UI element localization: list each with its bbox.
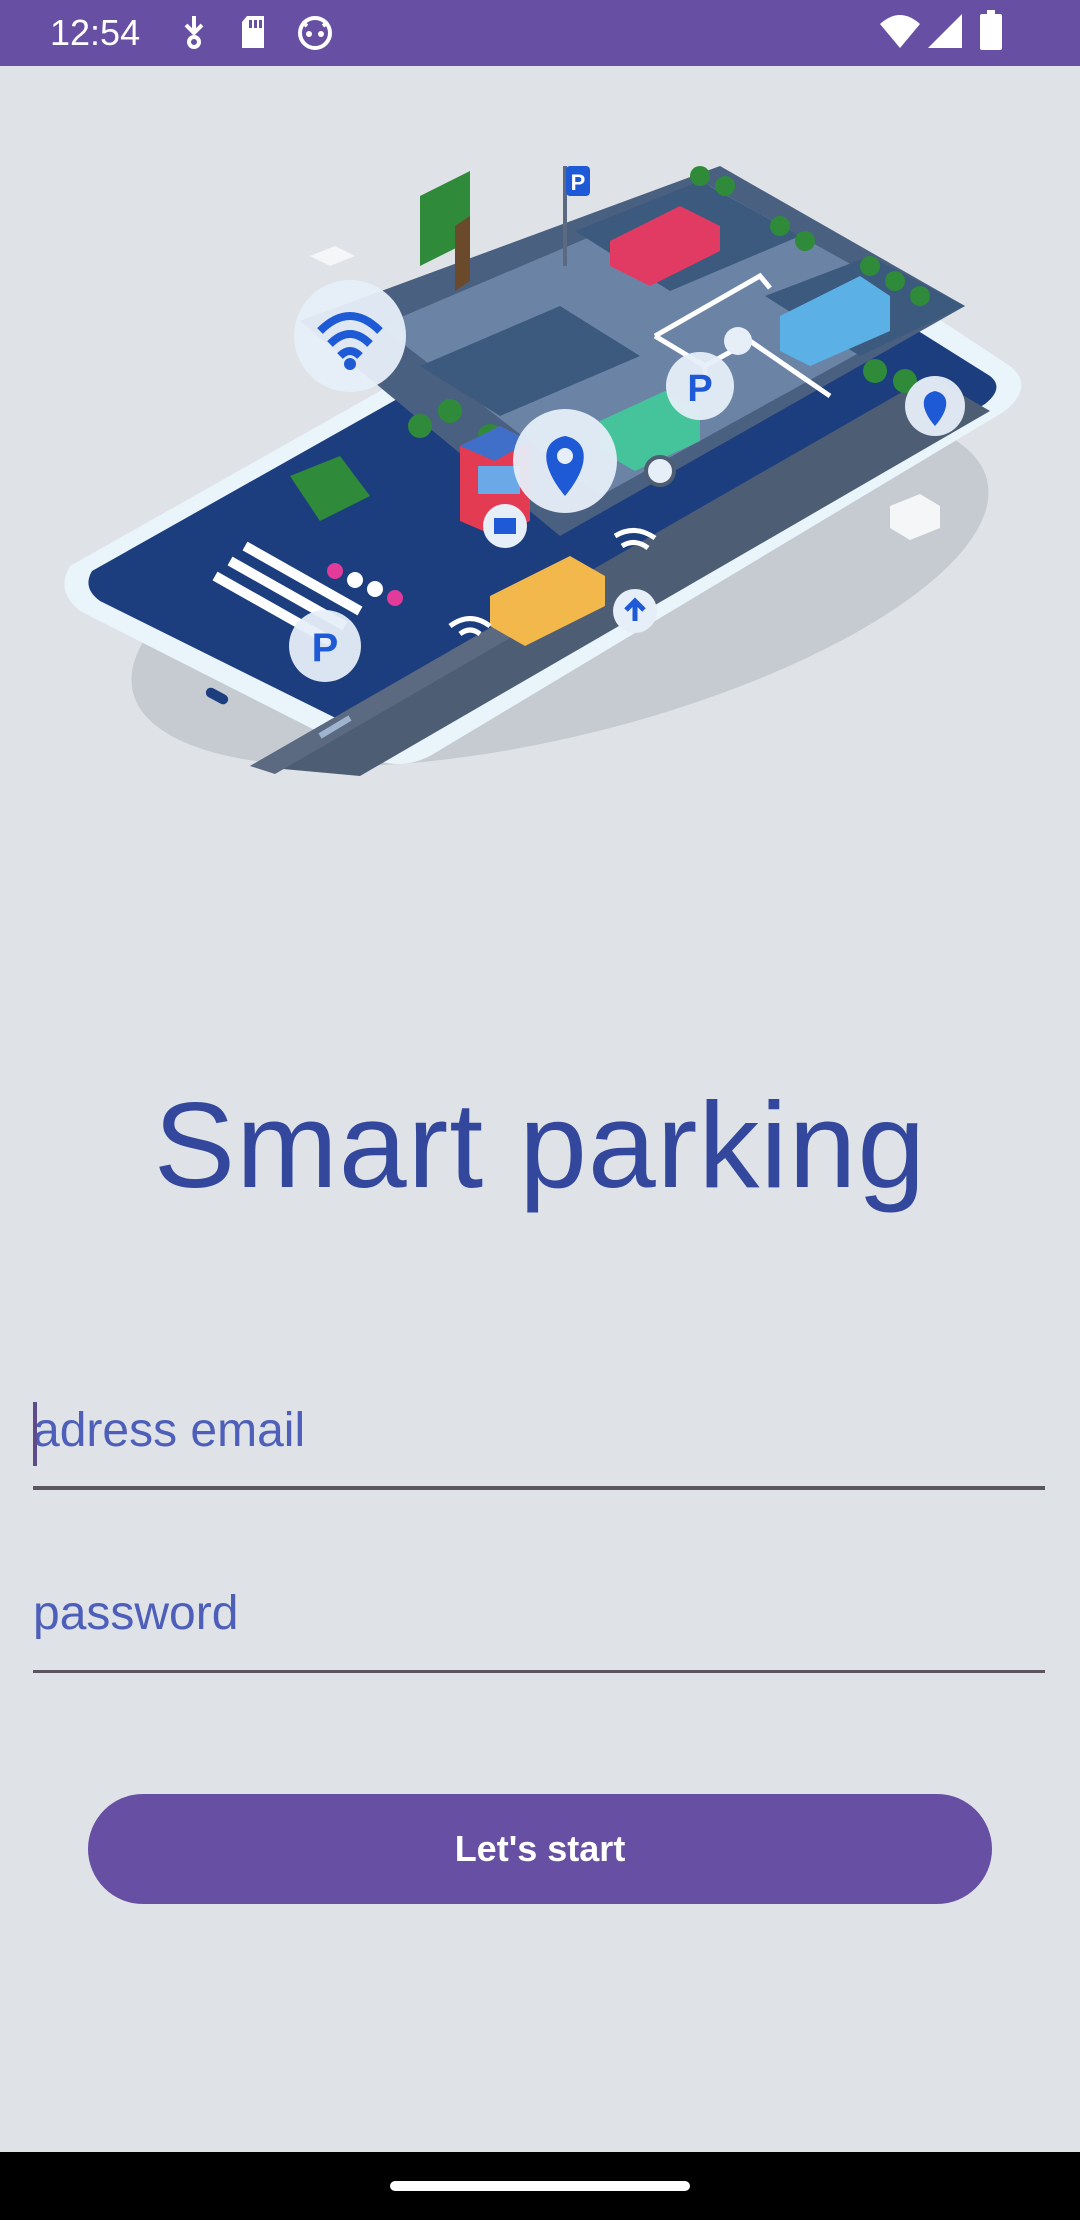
text-caret <box>33 1402 37 1466</box>
signal-icon <box>928 14 962 48</box>
download-icon <box>184 16 204 49</box>
parking-sign-label: P <box>571 170 586 195</box>
home-gesture-handle[interactable] <box>390 2181 690 2191</box>
debug-face-icon <box>298 16 332 50</box>
email-underline <box>33 1486 1045 1490</box>
wifi-icon <box>880 15 920 48</box>
status-bar: 12:54 <box>0 0 1080 66</box>
email-field[interactable] <box>33 1380 1045 1490</box>
smart-parking-illustration: P P P <box>64 166 1022 776</box>
battery-icon <box>980 10 1002 50</box>
password-underline <box>33 1670 1045 1673</box>
start-button[interactable]: Let's start <box>88 1794 992 1904</box>
password-input[interactable] <box>33 1563 1045 1663</box>
svg-text:P: P <box>687 368 712 410</box>
svg-text:P: P <box>312 626 339 670</box>
password-field[interactable] <box>33 1563 1045 1673</box>
navigation-bar <box>0 2152 1080 2220</box>
page-title: Smart parking <box>153 1077 927 1213</box>
status-time: 12:54 <box>50 12 141 53</box>
email-input[interactable] <box>33 1380 1045 1480</box>
sd-card-icon <box>242 16 264 48</box>
